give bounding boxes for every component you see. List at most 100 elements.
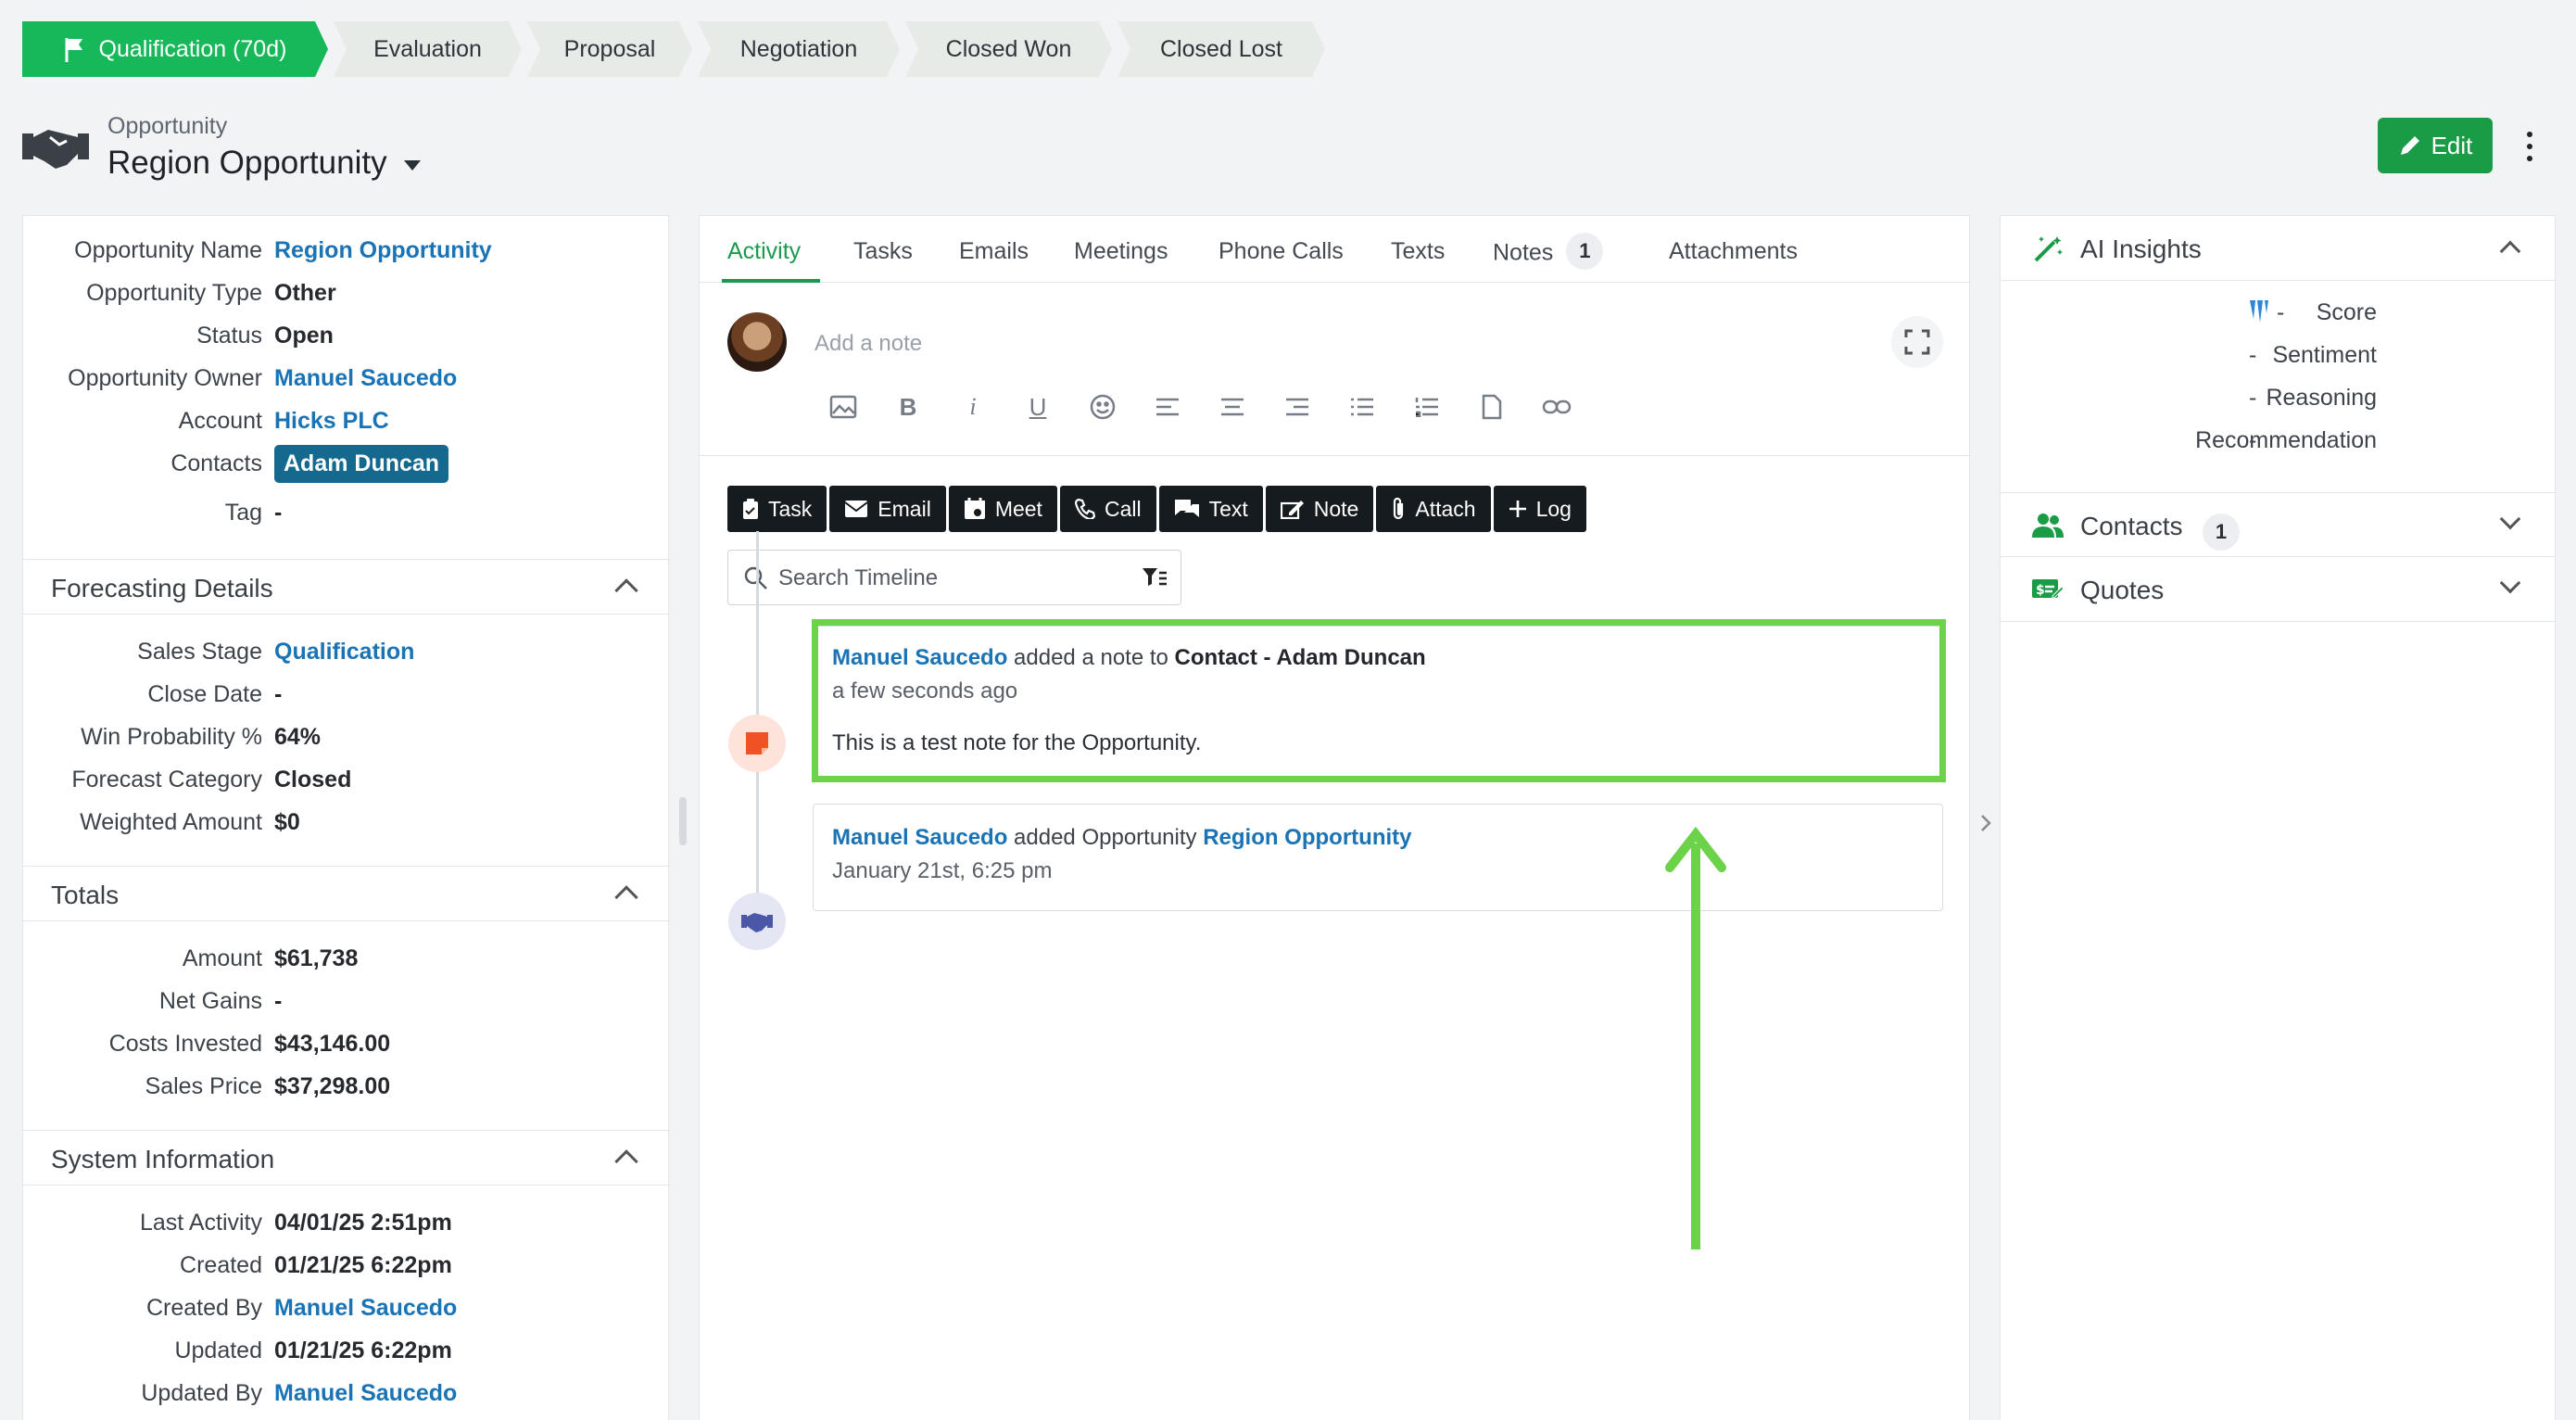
opportunity-link[interactable]: Region Opportunity [1203, 825, 1411, 850]
field-label: Close Date [147, 681, 262, 707]
tab-notes[interactable]: Notes 1 [1493, 233, 1604, 270]
align-left-icon[interactable] [1135, 388, 1200, 425]
quote-money-icon: $ [2032, 579, 2064, 599]
note-button[interactable]: Note [1265, 486, 1374, 532]
bullet-list-icon[interactable] [1330, 388, 1395, 425]
event-timestamp: January 21st, 6:25 pm [832, 858, 1053, 883]
stage-proposal[interactable]: Proposal [527, 21, 692, 77]
section-title: Contacts [2080, 512, 2183, 540]
contacts-count-badge: 1 [2203, 513, 2240, 551]
underline-icon[interactable]: U [1005, 388, 1070, 425]
field-tag: Tag - [23, 500, 670, 537]
field-value: - [274, 988, 283, 1014]
field-status: Status Open [23, 323, 670, 360]
system-section-header[interactable]: System Information [23, 1130, 670, 1185]
field-label: Costs Invested [108, 1031, 262, 1057]
italic-icon[interactable]: i [941, 388, 1005, 425]
edit-button[interactable]: Edit [2378, 118, 2493, 173]
field-label: Net Gains [158, 988, 262, 1014]
more-options-button[interactable] [2520, 128, 2539, 165]
tab-meetings[interactable]: Meetings [1074, 238, 1168, 265]
expand-icon[interactable] [1891, 316, 1943, 368]
filter-icon[interactable] [1142, 567, 1168, 588]
stage-closed-lost[interactable]: Closed Lost [1118, 21, 1325, 77]
notes-count-badge: 1 [1566, 233, 1604, 270]
link-icon[interactable] [1524, 388, 1589, 425]
details-panel: Opportunity Name Region Opportunity Oppor… [22, 215, 670, 1420]
field-value: - [2277, 299, 2285, 325]
handshake-icon [22, 130, 89, 169]
contacts-section-header[interactable]: Contacts 1 [2001, 492, 2557, 557]
sales-stage-link[interactable]: Qualification [274, 639, 414, 666]
tab-tasks[interactable]: Tasks [853, 238, 913, 265]
stage-negotiation[interactable]: Negotiation [698, 21, 900, 77]
field-label: Contacts [170, 450, 262, 476]
contact-chip[interactable]: Adam Duncan [274, 445, 449, 483]
action-label: Text [1208, 496, 1248, 521]
left-panel-resize-handle[interactable] [679, 797, 687, 845]
call-button[interactable]: Call [1059, 486, 1156, 532]
page-subtitle: Opportunity [107, 113, 228, 139]
stage-qualification[interactable]: Qualification (70d) [22, 21, 328, 77]
field-label: Sentiment [2272, 342, 2377, 368]
field-label: Opportunity Name [74, 237, 262, 263]
meet-button[interactable]: Meet [948, 486, 1057, 532]
field-value: - [2249, 385, 2257, 411]
action-label: Task [768, 496, 813, 521]
document-icon[interactable] [1459, 388, 1524, 425]
field-value: - [2249, 427, 2257, 453]
note-input[interactable]: Add a note [814, 331, 922, 357]
field-value: 64% [274, 724, 322, 750]
ai-insights-header[interactable]: AI Insights [2001, 216, 2557, 281]
task-button[interactable]: Task [727, 486, 827, 532]
paperclip-icon [1394, 497, 1404, 520]
text-button[interactable]: Text [1158, 486, 1263, 532]
stage-label: Qualification (70d) [98, 35, 287, 62]
field-value: 04/01/25 2:51pm [274, 1210, 452, 1236]
opportunity-name-link[interactable]: Region Opportunity [274, 237, 492, 264]
owner-link[interactable]: Manuel Saucedo [274, 365, 457, 392]
field-net-gains: Net Gains - [23, 988, 670, 1025]
emoji-icon[interactable] [1070, 388, 1135, 425]
image-icon[interactable] [811, 388, 876, 425]
field-label: Win Probability % [81, 724, 262, 750]
chevron-right-icon[interactable] [1976, 812, 1995, 834]
tab-attachments[interactable]: Attachments [1669, 238, 1798, 265]
active-tab-indicator [722, 279, 820, 283]
field-created: Created 01/21/25 6:22pm [23, 1252, 670, 1289]
chevron-down-icon [2499, 572, 2521, 594]
created-by-link[interactable]: Manuel Saucedo [274, 1295, 457, 1322]
timeline-search-input[interactable]: Search Timeline [727, 550, 1181, 605]
tab-phone-calls[interactable]: Phone Calls [1219, 238, 1344, 265]
magic-wand-icon [2034, 236, 2063, 262]
stage-evaluation[interactable]: Evaluation [334, 21, 522, 77]
forecasting-section-header[interactable]: Forecasting Details [23, 559, 670, 615]
field-label: Updated By [141, 1380, 262, 1406]
quotes-section-header[interactable]: $ Quotes [2001, 557, 2557, 622]
timeline-event-card[interactable]: Manuel Saucedo added Opportunity Region … [813, 804, 1943, 911]
email-button[interactable]: Email [829, 486, 946, 532]
numbered-list-icon[interactable] [1395, 388, 1459, 425]
attach-button[interactable]: Attach [1376, 486, 1491, 532]
updated-by-link[interactable]: Manuel Saucedo [274, 1380, 457, 1407]
record-title-dropdown[interactable]: Region Opportunity [107, 145, 421, 182]
user-link[interactable]: Manuel Saucedo [832, 825, 1007, 850]
field-contacts: Contacts Adam Duncan [23, 445, 670, 488]
tab-activity[interactable]: Activity [727, 238, 801, 265]
formatting-toolbar: B i U [811, 388, 1589, 425]
tab-emails[interactable]: Emails [959, 238, 1029, 265]
field-label: Created [180, 1252, 262, 1278]
chevron-down-icon [2499, 508, 2521, 530]
field-amount: Amount $61,738 [23, 945, 670, 983]
section-title: Forecasting Details [51, 574, 273, 602]
field-label: Created By [145, 1295, 262, 1321]
totals-section-header[interactable]: Totals [23, 866, 670, 921]
align-right-icon[interactable] [1265, 388, 1330, 425]
tab-texts[interactable]: Texts [1391, 238, 1445, 265]
field-value: - [274, 681, 283, 707]
stage-closed-won[interactable]: Closed Won [905, 21, 1112, 77]
account-link[interactable]: Hicks PLC [274, 408, 389, 435]
bold-icon[interactable]: B [876, 388, 941, 425]
log-button[interactable]: Log [1493, 486, 1586, 532]
align-center-icon[interactable] [1200, 388, 1265, 425]
